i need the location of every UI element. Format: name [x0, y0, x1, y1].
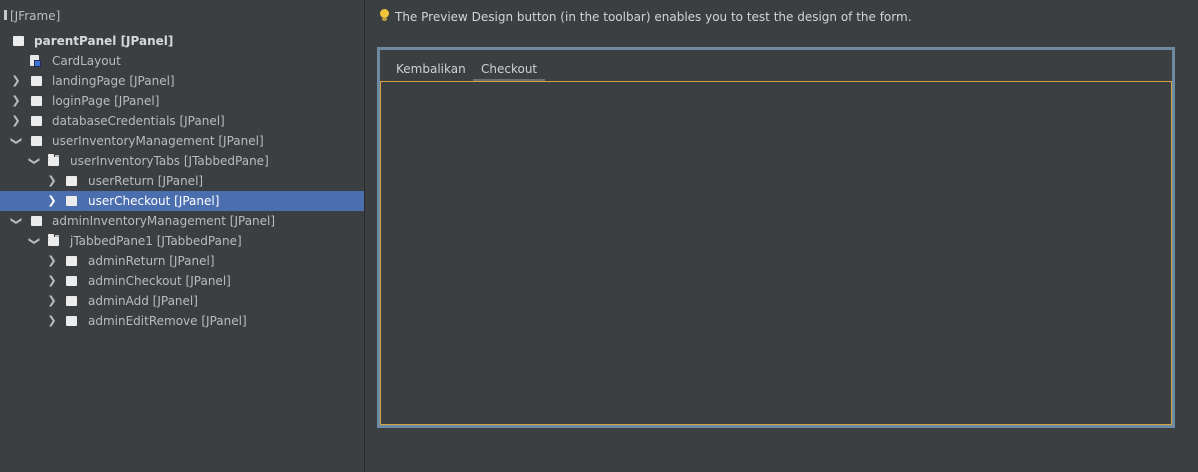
tree-node-label: parentPanel [JPanel]: [34, 34, 174, 48]
panel-icon: [31, 116, 42, 126]
panel-icon: [66, 256, 77, 266]
chevron-right-icon[interactable]: ❯: [10, 91, 22, 111]
chevron-down-icon[interactable]: ❯: [6, 135, 26, 147]
tree-node-user-return[interactable]: ❯ userReturn [JPanel]: [0, 171, 364, 191]
tree-node-label: adminAdd [JPanel]: [88, 294, 198, 308]
tree-node-user-inventory-management[interactable]: ❯ userInventoryManagement [JPanel]: [0, 131, 364, 151]
tree-node-user-checkout[interactable]: ❯ userCheckout [JPanel]: [0, 191, 364, 211]
hint-text: The Preview Design button (in the toolba…: [395, 10, 912, 24]
tree-node-admin-add[interactable]: ❯ adminAdd [JPanel]: [0, 291, 364, 311]
tree-node-label: userReturn [JPanel]: [88, 174, 204, 188]
tab-kembalikan[interactable]: Kembalikan: [388, 60, 474, 78]
panel-icon: [31, 216, 42, 226]
tree-node-jframe[interactable]: [JFrame]: [0, 6, 364, 26]
tree-node-label: [JFrame]: [10, 9, 61, 23]
chevron-right-icon[interactable]: ❯: [46, 311, 58, 331]
tree-node-label: adminEditRemove [JPanel]: [88, 314, 247, 328]
tree-node-parent-panel[interactable]: parentPanel [JPanel]: [0, 31, 364, 51]
chevron-down-icon[interactable]: ❯: [6, 215, 26, 227]
chevron-right-icon[interactable]: ❯: [46, 171, 58, 191]
navigator-tree: [JFrame] parentPanel [JPanel] CardLayout…: [0, 0, 365, 472]
chevron-right-icon[interactable]: ❯: [46, 191, 58, 211]
panel-icon: [13, 36, 24, 46]
tree-node-user-inventory-tabs[interactable]: ❯ userInventoryTabs [JTabbedPane]: [0, 151, 364, 171]
chevron-right-icon[interactable]: ❯: [46, 251, 58, 271]
tree-node-label: adminReturn [JPanel]: [88, 254, 215, 268]
tab-strip: Kembalikan Checkout: [380, 50, 1172, 81]
chevron-right-icon[interactable]: ❯: [46, 271, 58, 291]
tree-node-label: adminInventoryManagement [JPanel]: [52, 214, 276, 228]
tree-node-label: jTabbedPane1 [JTabbedPane]: [70, 234, 242, 248]
design-hint: The Preview Design button (in the toolba…: [380, 8, 912, 26]
panel-icon: [66, 316, 77, 326]
panel-icon: [31, 96, 42, 106]
panel-icon: [66, 176, 77, 186]
tree-node-label: userInventoryTabs [JTabbedPane]: [70, 154, 269, 168]
tree-node-admin-checkout[interactable]: ❯ adminCheckout [JPanel]: [0, 271, 364, 291]
frame-icon: [4, 10, 7, 20]
tree-node-landing-page[interactable]: ❯ landingPage [JPanel]: [0, 71, 364, 91]
tabbed-pane-icon: [48, 154, 59, 166]
panel-icon: [31, 76, 42, 86]
tree-node-label: userCheckout [JPanel]: [88, 194, 220, 208]
chevron-right-icon[interactable]: ❯: [46, 291, 58, 311]
lightbulb-icon: [380, 9, 389, 23]
tree-node-jtabbedpane1[interactable]: ❯ jTabbedPane1 [JTabbedPane]: [0, 231, 364, 251]
tree-node-label: userInventoryManagement [JPanel]: [52, 134, 264, 148]
chevron-down-icon[interactable]: ❯: [24, 155, 44, 167]
chevron-down-icon[interactable]: ❯: [24, 235, 44, 247]
panel-icon: [31, 136, 42, 146]
tree-node-label: landingPage [JPanel]: [52, 74, 175, 88]
tree-node-database-credentials[interactable]: ❯ databaseCredentials [JPanel]: [0, 111, 364, 131]
checkout-panel-selected[interactable]: [380, 81, 1172, 425]
tree-node-admin-return[interactable]: ❯ adminReturn [JPanel]: [0, 251, 364, 271]
tree-node-admin-edit-remove[interactable]: ❯ adminEditRemove [JPanel]: [0, 311, 364, 331]
chevron-right-icon[interactable]: ❯: [10, 71, 22, 91]
panel-icon: [66, 296, 77, 306]
tree-node-label: CardLayout: [52, 54, 121, 68]
tab-checkout[interactable]: Checkout: [473, 60, 546, 81]
panel-icon: [66, 196, 77, 206]
tabbed-pane-icon: [48, 234, 59, 246]
tree-node-admin-inventory-management[interactable]: ❯ adminInventoryManagement [JPanel]: [0, 211, 364, 231]
form-design-frame[interactable]: Kembalikan Checkout: [377, 47, 1175, 428]
tree-node-label: databaseCredentials [JPanel]: [52, 114, 225, 128]
tree-node-card-layout[interactable]: CardLayout: [0, 51, 364, 71]
panel-icon: [66, 276, 77, 286]
chevron-right-icon[interactable]: ❯: [10, 111, 22, 131]
card-layout-icon: [30, 55, 41, 67]
tree-node-login-page[interactable]: ❯ loginPage [JPanel]: [0, 91, 364, 111]
tree-node-label: adminCheckout [JPanel]: [88, 274, 231, 288]
tree-node-label: loginPage [JPanel]: [52, 94, 160, 108]
